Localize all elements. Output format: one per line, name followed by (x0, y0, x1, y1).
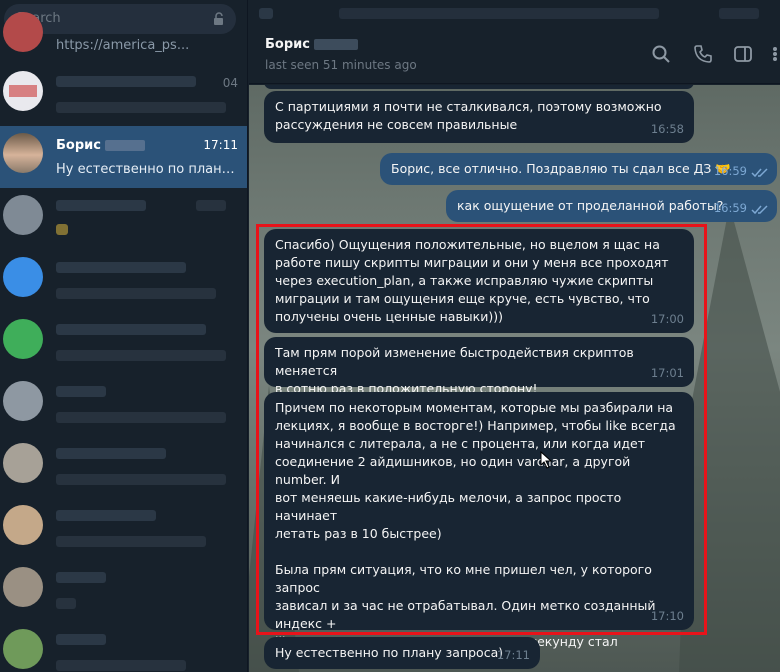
blurred-time (196, 200, 226, 211)
message-time: 16:59 (713, 164, 747, 178)
message-time: 17:11 (496, 648, 530, 662)
message-text: Борис, все отлично. Поздравляю ты сдал в… (391, 161, 731, 176)
chat-preview: https://america_ps... (56, 38, 190, 53)
double-check-icon (751, 205, 768, 215)
avatar (3, 381, 43, 421)
message-time: 16:58 (650, 122, 684, 136)
chat-list-item-boris[interactable]: Борис 17:11 Ну естественно по плану запр… (0, 126, 247, 188)
blurred-name (56, 262, 186, 273)
phone-icon[interactable] (693, 44, 713, 64)
more-icon[interactable] (765, 44, 779, 64)
blurred-emoji (56, 224, 68, 235)
blurred-preview (56, 102, 226, 113)
avatar (3, 12, 43, 52)
message-bubble-outgoing[interactable]: Борис, все отлично. Поздравляю ты сдал в… (380, 153, 777, 185)
double-check-icon (751, 168, 768, 178)
chat-list-item[interactable]: 04 (0, 64, 247, 126)
chat-list-item[interactable] (0, 250, 247, 312)
chat-list-item[interactable] (0, 498, 247, 560)
blurred-preview (56, 350, 226, 361)
blurred-name (56, 448, 166, 459)
cursor-icon (540, 451, 553, 469)
last-seen-status: last seen 51 minutes ago (265, 58, 417, 72)
avatar (3, 505, 43, 545)
chat-time: 17:11 (203, 138, 238, 152)
message-bubble-outgoing[interactable]: как ощущение от проделанной работы? 16:5… (446, 190, 777, 222)
avatar (3, 443, 43, 483)
chat-list-item[interactable] (0, 312, 247, 374)
chat-list-item[interactable] (0, 436, 247, 498)
chat-list-sidebar: Search https://america_ps... 04 Борис 17… (0, 0, 248, 672)
chat-name: Борис (56, 138, 145, 153)
lock-icon[interactable] (212, 12, 226, 26)
blurred-preview (56, 598, 76, 609)
avatar (3, 567, 43, 607)
pinned-message-bar[interactable] (249, 0, 780, 26)
blurred-preview (56, 412, 226, 423)
blurred-preview (56, 536, 206, 547)
search-icon[interactable] (651, 44, 671, 64)
blurred-name (56, 76, 196, 87)
chat-list-item[interactable] (0, 622, 247, 672)
chat-preview: Ну естественно по плану запр... (56, 162, 238, 177)
blurred-name (56, 510, 156, 521)
chat-list-item[interactable]: https://america_ps... (0, 12, 247, 62)
message-text: С партициями я почти не сталкивался, поэ… (275, 99, 662, 132)
avatar (3, 195, 43, 235)
chat-list-item[interactable] (0, 188, 247, 250)
chat-time: 04 (222, 76, 238, 90)
blurred-preview (56, 474, 226, 485)
blurred-pinned (339, 8, 659, 19)
highlight-box (256, 224, 707, 635)
chat-list-item[interactable] (0, 560, 247, 622)
chat-list-item[interactable] (0, 374, 247, 436)
blurred-pinned (719, 8, 759, 19)
blurred-preview (56, 660, 186, 671)
blurred-preview (56, 288, 216, 299)
avatar (3, 133, 43, 173)
message-text: Ну естественно по плану запроса) (275, 645, 504, 660)
avatar (3, 257, 43, 297)
sidebar-toggle-icon[interactable] (733, 44, 753, 64)
message-bubble[interactable]: Ну естественно по плану запроса) 17:11 (264, 637, 540, 669)
avatar (3, 629, 43, 669)
blurred-name (56, 634, 106, 645)
message-bubble[interactable]: С партициями я почти не сталкивался, поэ… (264, 91, 694, 143)
message-time: 16:59 (713, 201, 747, 215)
chat-header: Борис last seen 51 minutes ago (249, 26, 780, 84)
blurred-name (56, 572, 106, 583)
avatar (3, 71, 43, 111)
message-bubble[interactable] (264, 85, 694, 89)
chat-title[interactable]: Борис (265, 37, 358, 52)
blurred-name (56, 386, 106, 397)
blurred-pinned (259, 8, 273, 19)
avatar (3, 319, 43, 359)
blurred-name (56, 200, 146, 211)
blurred-name (56, 324, 206, 335)
